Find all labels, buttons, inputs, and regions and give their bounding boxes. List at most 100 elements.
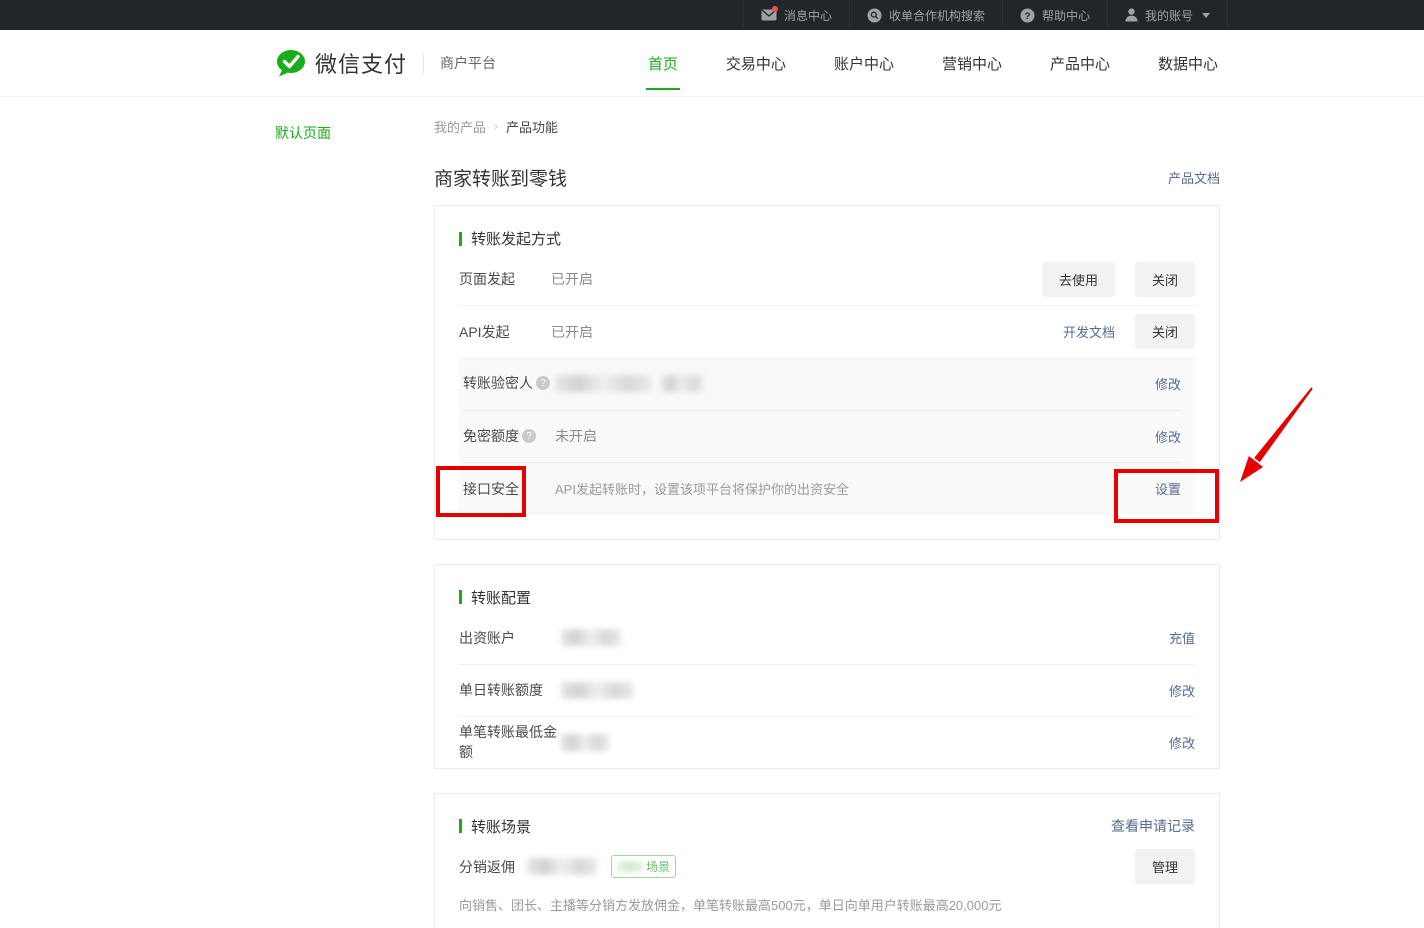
nav-item-home[interactable]: 首页 (646, 49, 680, 78)
dev-doc-link[interactable]: 开发文档 (1063, 322, 1115, 341)
row-transfer-verifier: 转账验密人 ? 修改 (463, 357, 1181, 410)
topbar: 消息中心 收单合作机构搜索 ? 帮助中心 我的账号 (0, 0, 1424, 30)
row-value: 已开启 (551, 269, 1042, 289)
section-accent-bar (459, 819, 462, 833)
brand-name: 微信支付 (315, 47, 407, 79)
scene-name-group: 分销返佣 场景 (459, 855, 1135, 878)
row-page-initiate: 页面发起 已开启 去使用 关闭 (459, 253, 1195, 305)
close-page-initiate-button[interactable]: 关闭 (1135, 262, 1195, 297)
brand-divider (423, 53, 424, 73)
topbar-item-my-account[interactable]: 我的账号 (1107, 0, 1228, 30)
modify-verifier-link[interactable]: 修改 (1155, 374, 1181, 393)
platform-label: 商户平台 (440, 53, 496, 73)
row-daily-limit: 单日转账额度 修改 (459, 664, 1195, 716)
main-nav: 首页 交易中心 账户中心 营销中心 产品中心 数据中心 (646, 30, 1220, 96)
row-value-redacted (555, 375, 1155, 392)
help-icon[interactable]: ? (522, 429, 536, 443)
go-use-button[interactable]: 去使用 (1042, 262, 1115, 297)
section-head: 转账配置 (459, 565, 1195, 608)
modify-free-pass-link[interactable]: 修改 (1155, 427, 1181, 446)
row-label: API发起 (459, 322, 551, 342)
scene-description: 向销售、团长、主播等分销方发放佣金，单笔转账最高500元，单日向单用户转账最高2… (459, 895, 1195, 914)
row-label: 单笔转账最低金额 (459, 722, 561, 762)
nav-item-product-center[interactable]: 产品中心 (1048, 49, 1112, 78)
row-value: 未开启 (555, 426, 1155, 446)
section-head: 转账发起方式 (459, 206, 1195, 249)
card-transfer-methods: 转账发起方式 页面发起 已开启 去使用 关闭 API发起 已开启 开发文档 关闭 (434, 205, 1220, 540)
redacted-badge-text (617, 861, 643, 872)
row-label: 出资账户 (459, 628, 561, 648)
row-value-redacted (561, 629, 1169, 646)
scene-label: 分销返佣 (459, 857, 515, 877)
section-head: 转账场景 查看申请记录 (459, 794, 1195, 837)
topbar-item-label: 帮助中心 (1042, 7, 1090, 24)
topbar-item-label: 我的账号 (1145, 7, 1193, 24)
page-title: 商家转账到零钱 (434, 164, 567, 191)
nav-item-data-center[interactable]: 数据中心 (1156, 49, 1220, 78)
topbar-item-messages[interactable]: 消息中心 (743, 0, 849, 30)
svg-text:?: ? (1025, 11, 1031, 22)
wechat-pay-logo-icon (275, 49, 307, 77)
sidebar-item-default-page[interactable]: 默认页面 (275, 123, 331, 143)
api-security-desc: API发起转账时，设置该项平台将保护你的出资安全 (555, 479, 1155, 498)
row-value: 已开启 (551, 322, 1063, 342)
section-title-text: 转账配置 (471, 587, 531, 608)
header: 微信支付 商户平台 首页 交易中心 账户中心 营销中心 产品中心 数据中心 (0, 30, 1424, 97)
close-api-initiate-button[interactable]: 关闭 (1135, 314, 1195, 349)
nav-item-marketing-center[interactable]: 营销中心 (940, 49, 1004, 78)
section-accent-bar (459, 232, 462, 246)
row-label: 单日转账额度 (459, 680, 561, 700)
modify-daily-limit-link[interactable]: 修改 (1169, 681, 1195, 700)
modify-min-amount-link[interactable]: 修改 (1169, 733, 1195, 752)
chevron-down-icon (1202, 13, 1210, 18)
redacted-value (561, 629, 621, 646)
scene-badge-text: 场景 (646, 858, 670, 875)
topbar-item-label: 消息中心 (784, 7, 832, 24)
row-label: 免密额度 ? (463, 426, 555, 446)
redacted-value (561, 682, 633, 699)
redacted-value (561, 734, 609, 751)
content: 我的产品 › 产品功能 商家转账到零钱 产品文档 转账发起方式 页面发起 已开启… (434, 118, 1220, 928)
row-min-amount: 单笔转账最低金额 修改 (459, 716, 1195, 768)
row-label: 页面发起 (459, 269, 551, 289)
row-label: 转账验密人 ? (463, 373, 555, 393)
redacted-value (661, 375, 703, 392)
row-label-text: 转账验密人 (463, 373, 533, 393)
card-transfer-scenes: 转账场景 查看申请记录 分销返佣 场景 管理 向销售、团长、主播等分销方发放佣金… (434, 793, 1220, 928)
scene-badge: 场景 (611, 855, 676, 878)
breadcrumb-separator: › (494, 119, 498, 133)
breadcrumb: 我的产品 › 产品功能 (434, 118, 1220, 134)
merchant-platform-page: 消息中心 收单合作机构搜索 ? 帮助中心 我的账号 (0, 0, 1424, 928)
help-icon: ? (1020, 8, 1035, 23)
row-label-text: 免密额度 (463, 426, 519, 446)
account-icon (1125, 8, 1138, 22)
topbar-item-label: 收单合作机构搜索 (889, 7, 985, 24)
section-title-text: 转账发起方式 (471, 228, 561, 249)
page-title-row: 商家转账到零钱 产品文档 (434, 164, 1220, 190)
nav-item-transactions[interactable]: 交易中心 (724, 49, 788, 78)
annotation-arrow (1228, 386, 1320, 496)
row-distribution-commission: 分销返佣 场景 管理 (459, 843, 1195, 891)
redacted-value (527, 858, 597, 875)
nav-item-account-center[interactable]: 账户中心 (832, 49, 896, 78)
card-transfer-config: 转账配置 出资账户 充值 单日转账额度 修改 单笔转账最低金额 (434, 564, 1220, 769)
row-value-redacted (561, 734, 1169, 751)
section-title: 转账发起方式 (459, 228, 561, 249)
redacted-value (555, 375, 651, 392)
settings-link[interactable]: 设置 (1155, 479, 1181, 498)
recharge-link[interactable]: 充值 (1169, 628, 1195, 647)
product-doc-link[interactable]: 产品文档 (1168, 168, 1220, 187)
breadcrumb-product-features: 产品功能 (506, 117, 558, 136)
help-icon[interactable]: ? (536, 376, 550, 390)
section-title-text: 转账场景 (471, 816, 531, 837)
view-application-records-link[interactable]: 查看申请记录 (1111, 816, 1195, 836)
acquiring-search-icon (867, 8, 882, 23)
topbar-item-help-center[interactable]: ? 帮助中心 (1002, 0, 1107, 30)
row-free-pass-limit: 免密额度 ? 未开启 修改 (463, 410, 1181, 463)
api-settings-panel: 转账验密人 ? 修改 免密额度 ? 未开启 修改 (459, 357, 1195, 515)
api-security-label: 接口安全 (463, 479, 555, 499)
section-title: 转账配置 (459, 587, 531, 608)
topbar-item-acquiring-search[interactable]: 收单合作机构搜索 (849, 0, 1002, 30)
breadcrumb-my-products[interactable]: 我的产品 (434, 117, 486, 136)
manage-button[interactable]: 管理 (1135, 849, 1195, 884)
